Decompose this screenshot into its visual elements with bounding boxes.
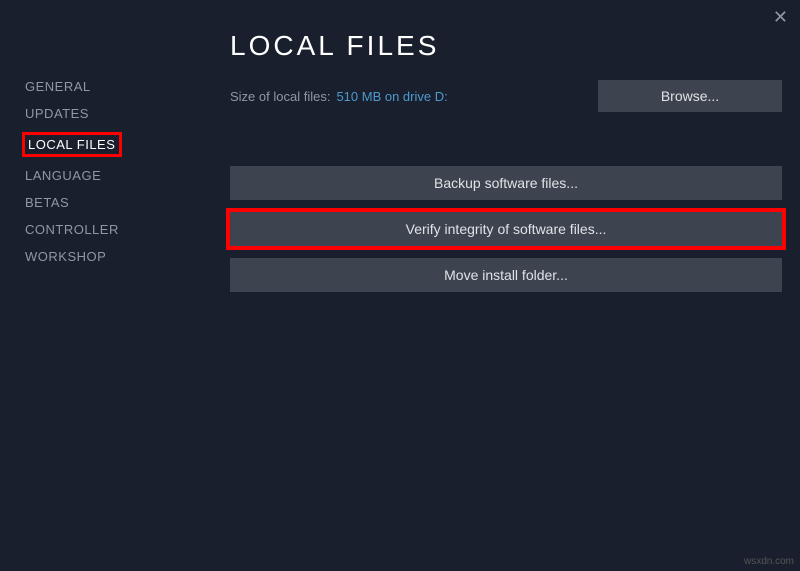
size-label: Size of local files: bbox=[230, 89, 330, 104]
browse-button[interactable]: Browse... bbox=[598, 80, 782, 112]
watermark: wsxdn.com bbox=[744, 556, 794, 567]
size-info-row: Size of local files: 510 MB on drive D: … bbox=[230, 80, 782, 112]
sidebar-item-workshop[interactable]: WORKSHOP bbox=[22, 248, 122, 265]
sidebar-item-controller[interactable]: CONTROLLER bbox=[22, 221, 122, 238]
sidebar: GENERAL UPDATES LOCAL FILES LANGUAGE BET… bbox=[22, 78, 122, 265]
sidebar-item-updates[interactable]: UPDATES bbox=[22, 105, 122, 122]
action-buttons: Backup software files... Verify integrit… bbox=[230, 166, 782, 292]
size-value: 510 MB on drive D: bbox=[336, 89, 447, 104]
move-folder-button[interactable]: Move install folder... bbox=[230, 258, 782, 292]
sidebar-item-language[interactable]: LANGUAGE bbox=[22, 167, 122, 184]
verify-integrity-button[interactable]: Verify integrity of software files... bbox=[230, 212, 782, 246]
backup-button[interactable]: Backup software files... bbox=[230, 166, 782, 200]
sidebar-item-betas[interactable]: BETAS bbox=[22, 194, 122, 211]
main-panel: LOCAL FILES Size of local files: 510 MB … bbox=[230, 30, 782, 292]
sidebar-item-local-files[interactable]: LOCAL FILES bbox=[22, 132, 122, 157]
close-icon[interactable]: ✕ bbox=[773, 8, 788, 26]
page-title: LOCAL FILES bbox=[230, 30, 782, 62]
sidebar-item-general[interactable]: GENERAL bbox=[22, 78, 122, 95]
